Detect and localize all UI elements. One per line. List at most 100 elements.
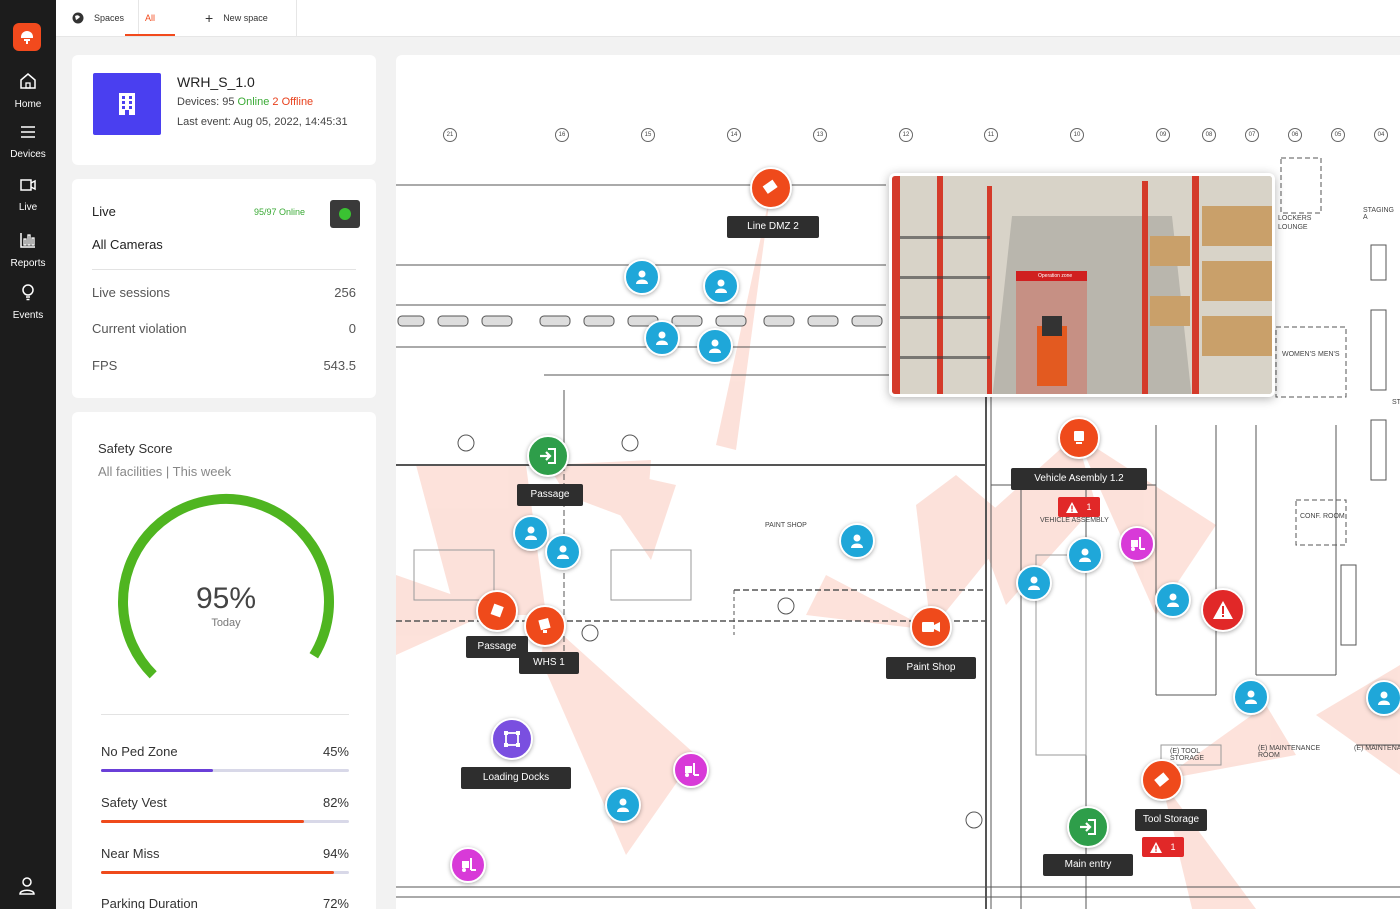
new-space-label: New space xyxy=(223,13,268,23)
camera-marker-vehicle-assembly[interactable] xyxy=(1058,417,1100,459)
metric-fill xyxy=(101,871,335,874)
metric-value: 72% xyxy=(322,896,349,909)
person-marker[interactable] xyxy=(1155,582,1191,618)
stat-label: FPS xyxy=(92,358,118,373)
stat-value: 256 xyxy=(334,285,356,300)
last-event: Last event: Aug 05, 2022, 14:45:31 xyxy=(177,116,348,128)
room-label: MEN'S xyxy=(1318,351,1340,358)
menu-icon xyxy=(21,126,35,138)
warehouse-camera-image xyxy=(892,176,1272,394)
metric-safety-vest: Safety Vest 82% xyxy=(101,795,349,823)
camera-marker-tool-storage[interactable] xyxy=(1141,759,1183,801)
room-label: CONF. ROOM xyxy=(1300,513,1345,520)
forklift-marker[interactable] xyxy=(1119,526,1155,562)
bar-chart-icon xyxy=(20,233,35,248)
live-status-toggle[interactable] xyxy=(330,200,360,228)
metric-value: 45% xyxy=(322,744,349,759)
metric-value: 94% xyxy=(322,846,349,861)
safety-score-title: Safety Score xyxy=(98,441,173,456)
sidebar-item-devices[interactable]: Devices xyxy=(0,124,56,162)
person-marker[interactable] xyxy=(545,534,581,570)
person-marker[interactable] xyxy=(1067,537,1103,573)
alert-badge[interactable]: 1 xyxy=(1142,837,1184,857)
stat-fps: FPS 543.5 xyxy=(92,358,356,373)
room-label: LOCKERS xyxy=(1278,215,1312,222)
forklift-marker[interactable] xyxy=(673,752,709,788)
safety-filter[interactable]: All facilities | This week xyxy=(98,464,231,479)
sidebar-item-reports[interactable]: Reports xyxy=(0,231,56,271)
person-icon xyxy=(617,798,629,812)
camera-marker-paint-shop[interactable] xyxy=(910,606,952,648)
top-bar: Spaces All + New space xyxy=(56,0,1400,37)
safety-score-value: 95% xyxy=(195,582,257,615)
video-camera-icon xyxy=(922,622,940,632)
person-marker[interactable] xyxy=(624,259,660,295)
grid-marker: 08 xyxy=(1202,128,1216,142)
metric-value: 82% xyxy=(322,795,349,810)
plus-icon: + xyxy=(205,10,214,26)
grid-marker: 09 xyxy=(1156,128,1170,142)
camera-marker-line-dmz[interactable] xyxy=(750,167,792,209)
person-icon xyxy=(1167,593,1179,607)
room-label: (E) TOOL STORAGE xyxy=(1170,748,1205,762)
person-marker[interactable] xyxy=(1233,679,1269,715)
sidebar-item-events[interactable]: Events xyxy=(0,283,56,323)
tab-all[interactable]: All xyxy=(125,0,175,36)
floor-plan[interactable]: 21 16 15 14 13 12 11 10 09 08 07 06 05 0… xyxy=(396,55,1400,909)
alert-count: 1 xyxy=(1086,502,1092,512)
person-marker[interactable] xyxy=(513,515,549,551)
person-marker[interactable] xyxy=(1366,680,1400,716)
alert-marker[interactable] xyxy=(1201,588,1245,632)
sidebar-item-home[interactable]: Home xyxy=(0,72,56,112)
bulb-icon xyxy=(22,284,34,301)
camera-icon xyxy=(538,617,551,633)
alert-badge[interactable]: 1 xyxy=(1058,497,1100,517)
offline-label: 2 Offline xyxy=(272,96,314,108)
metric-parking-duration: Parking Duration 72% xyxy=(101,896,349,909)
grid-marker: 14 xyxy=(727,128,741,142)
camera-icon xyxy=(1154,772,1170,787)
marker-label: Main entry xyxy=(1043,854,1133,876)
alert-count: 1 xyxy=(1170,842,1176,852)
metric-bar xyxy=(101,769,349,772)
person-marker[interactable] xyxy=(644,320,680,356)
person-marker[interactable] xyxy=(839,523,875,559)
camera-icon xyxy=(762,179,778,194)
metric-fill xyxy=(101,820,305,823)
entry-marker-main[interactable] xyxy=(1067,806,1109,848)
camera-marker-passage[interactable] xyxy=(476,590,518,632)
devices-count: Devices: 95 xyxy=(177,96,235,108)
space-card[interactable]: WRH_S_1.0 Devices: 95 Online 2 Offline L… xyxy=(72,55,376,165)
stat-live-sessions: Live sessions 256 xyxy=(92,285,356,300)
new-space-button[interactable]: + New space xyxy=(187,0,297,36)
forklift-marker[interactable] xyxy=(450,847,486,883)
space-devices: Devices: 95 Online 2 Offline xyxy=(177,96,313,108)
divider xyxy=(92,269,356,270)
forklift-icon xyxy=(1131,537,1145,551)
sidebar-item-label: Live xyxy=(18,202,38,213)
person-marker[interactable] xyxy=(1016,565,1052,601)
marker-label: Loading Docks xyxy=(461,767,571,789)
camera-live-view[interactable]: Operation zone xyxy=(889,173,1275,397)
person-marker[interactable] xyxy=(697,328,733,364)
home-icon xyxy=(20,73,36,89)
zone-marker-loading-docks[interactable] xyxy=(491,718,533,760)
user-profile-button[interactable] xyxy=(17,876,37,901)
tab-spaces[interactable]: Spaces xyxy=(94,13,124,23)
grid-marker: 05 xyxy=(1331,128,1345,142)
sidebar-item-label: Home xyxy=(14,99,42,110)
app-logo[interactable] xyxy=(13,23,41,51)
camera-marker-whs[interactable] xyxy=(524,605,566,647)
marker-label: Line DMZ 2 xyxy=(727,216,819,238)
grid-marker: 12 xyxy=(899,128,913,142)
person-marker[interactable] xyxy=(605,787,641,823)
sidebar-item-live[interactable]: Live xyxy=(0,177,56,215)
all-cameras-label[interactable]: All Cameras xyxy=(92,237,163,252)
entry-marker-passage[interactable] xyxy=(527,435,569,477)
forklift-icon xyxy=(462,858,476,872)
enter-icon xyxy=(540,448,556,464)
person-marker[interactable] xyxy=(703,268,739,304)
sidebar-item-label: Reports xyxy=(10,258,46,269)
zone-icon xyxy=(504,731,520,747)
room-label: WOMEN'S xyxy=(1282,351,1316,358)
